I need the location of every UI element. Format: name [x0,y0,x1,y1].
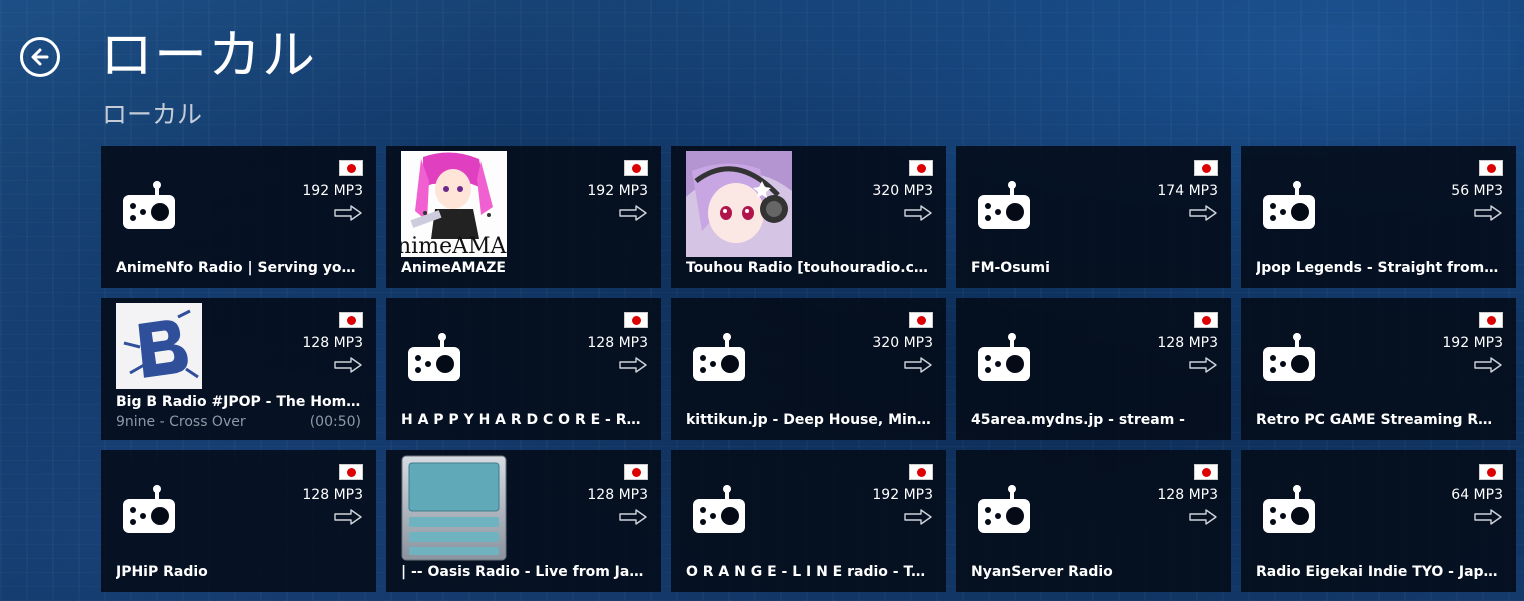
bitrate-label: 192 MP3 [302,183,363,199]
back-button[interactable] [20,37,60,77]
station-tile[interactable]: 320 MP3 kittikun.jp - Deep House, Minimal [671,298,946,440]
page-title: ローカル [100,25,316,86]
bitrate-label: 192 MP3 [587,183,648,199]
radio-icon [1261,179,1317,239]
station-tile[interactable]: 192 MP3 AnimeNfo Radio | Serving you the … [101,146,376,288]
station-tile[interactable]: 56 MP3 Jpop Legends - Straight from Japan [1241,146,1516,288]
japan-flag-icon [624,312,648,328]
station-name: Retro PC GAME Streaming Radio [1256,412,1501,428]
bitrate-label: 128 MP3 [587,335,648,351]
japan-flag-icon [909,160,933,176]
japan-flag-icon [1194,160,1218,176]
play-arrow-icon[interactable] [334,205,362,225]
station-tile[interactable]: 128 MP3 Big B Radio #JPOP - The Home of A… [101,298,376,440]
radio-icon [406,331,462,391]
japan-flag-icon [1194,312,1218,328]
japan-flag-icon [1479,464,1503,480]
radio-icon [691,331,747,391]
station-tile[interactable]: 174 MP3 FM-Osumi [956,146,1231,288]
anime-amaze-artwork: nimeAMAZ [397,151,522,259]
bitrate-label: 192 MP3 [1442,335,1503,351]
now-playing-track: 9nine - Cross Over [116,414,246,430]
play-arrow-icon[interactable] [334,509,362,529]
japan-flag-icon [1479,160,1503,176]
japan-flag-icon [1194,464,1218,480]
station-name: NyanServer Radio [971,564,1113,580]
play-arrow-icon[interactable] [904,205,932,225]
station-name: Jpop Legends - Straight from Japan [1256,260,1501,276]
radio-icon [976,483,1032,543]
station-tile[interactable]: 128 MP3 H A P P Y H A R D C O R E - Radio [386,298,661,440]
station-tile[interactable]: 128 MP3 45area.mydns.jp - stream - [956,298,1231,440]
station-tile[interactable]: 192 MP3 Retro PC GAME Streaming Radio [1241,298,1516,440]
bitrate-label: 128 MP3 [302,335,363,351]
japan-flag-icon [624,464,648,480]
station-tile[interactable]: 320 MP3 Touhou Radio [touhouradio.com] [671,146,946,288]
station-tile[interactable]: nimeAMAZ 192 MP3 AnimeAMAZE [386,146,661,288]
bitrate-label: 128 MP3 [1157,487,1218,503]
play-arrow-icon[interactable] [1189,205,1217,225]
play-arrow-icon[interactable] [1189,509,1217,529]
radio-icon [121,483,177,543]
play-arrow-icon[interactable] [619,509,647,529]
station-name: JPHiP Radio [116,564,208,580]
station-name: Radio Eigekai Indie TYO - Japan [1256,564,1501,580]
bitrate-label: 174 MP3 [1157,183,1218,199]
bitrate-label: 320 MP3 [872,335,933,351]
bitrate-label: 128 MP3 [302,487,363,503]
station-name: | -- Oasis Radio - Live from Japan [401,564,646,580]
japan-flag-icon [339,160,363,176]
station-name: AnimeAMAZE [401,260,506,276]
japan-flag-icon [624,160,648,176]
bitrate-label: 128 MP3 [1157,335,1218,351]
station-tile[interactable]: 192 MP3 O R A N G E - L I N E radio - Tok… [671,450,946,592]
station-name: Big B Radio #JPOP - The Home of Asian Po… [116,394,361,410]
bitrate-label: 128 MP3 [587,487,648,503]
radio-icon [976,331,1032,391]
station-tile[interactable]: 128 MP3 NyanServer Radio [956,450,1231,592]
radio-icon [1261,331,1317,391]
station-name: FM-Osumi [971,260,1050,276]
japan-flag-icon [909,464,933,480]
svg-text:nimeAMAZ: nimeAMAZ [401,234,507,257]
station-name: AnimeNfo Radio | Serving you the best An… [116,260,361,276]
station-tile[interactable]: 128 MP3 | -- Oasis Radio - Live from Japa… [386,450,661,592]
station-name: Touhou Radio [touhouradio.com] [686,260,931,276]
radio-icon [121,179,177,239]
radio-icon [691,483,747,543]
play-arrow-icon[interactable] [334,357,362,377]
station-grid: 192 MP3 AnimeNfo Radio | Serving you the … [101,146,1516,592]
station-name: H A P P Y H A R D C O R E - Radio [401,412,646,428]
station-name: kittikun.jp - Deep House, Minimal [686,412,931,428]
play-arrow-icon[interactable] [1474,205,1502,225]
japan-flag-icon [339,312,363,328]
bitrate-label: 192 MP3 [872,487,933,503]
radio-icon [1261,483,1317,543]
bitrate-label: 56 MP3 [1451,183,1503,199]
oasis-artwork [401,455,507,561]
play-arrow-icon[interactable] [619,357,647,377]
play-arrow-icon[interactable] [1474,357,1502,377]
play-arrow-icon[interactable] [619,205,647,225]
bitrate-label: 64 MP3 [1451,487,1503,503]
big-b-artwork [116,303,202,389]
play-arrow-icon[interactable] [1189,357,1217,377]
radio-icon [976,179,1032,239]
back-arrow-icon [31,48,49,66]
japan-flag-icon [909,312,933,328]
page-subtitle: ローカル [102,100,203,129]
touhou-artwork [686,151,792,257]
bitrate-label: 320 MP3 [872,183,933,199]
play-arrow-icon[interactable] [904,509,932,529]
japan-flag-icon [1479,312,1503,328]
japan-flag-icon [339,464,363,480]
play-arrow-icon[interactable] [904,357,932,377]
play-arrow-icon[interactable] [1474,509,1502,529]
station-tile[interactable]: 64 MP3 Radio Eigekai Indie TYO - Japan [1241,450,1516,592]
station-name: 45area.mydns.jp - stream - [971,412,1185,428]
station-name: O R A N G E - L I N E radio - Tokyo [686,564,931,580]
now-playing-time: (00:50) [309,414,361,430]
station-tile[interactable]: 128 MP3 JPHiP Radio [101,450,376,592]
